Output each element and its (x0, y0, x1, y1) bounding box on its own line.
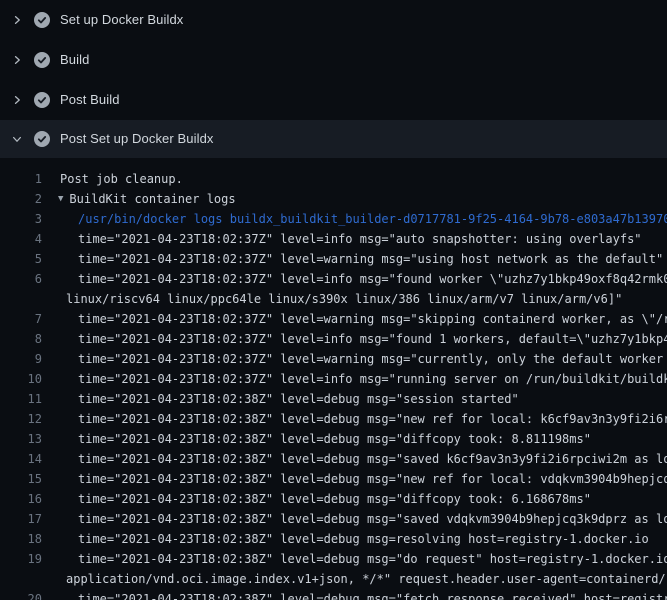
step-title: Set up Docker Buildx (60, 12, 183, 28)
log-line: linux/riscv64 linux/ppc64le linux/s390x … (0, 289, 667, 309)
log-line: 13 time="2021-04-23T18:02:38Z" level=deb… (0, 429, 667, 449)
log-line: 16 time="2021-04-23T18:02:38Z" level=deb… (0, 489, 667, 509)
log-line-number[interactable]: 4 (0, 229, 42, 249)
log-line-number[interactable]: 17 (0, 509, 42, 529)
log-line: 6 time="2021-04-23T18:02:37Z" level=info… (0, 269, 667, 289)
step-row[interactable]: Post Build (0, 80, 667, 120)
chevron-right-icon[interactable] (9, 92, 25, 108)
log-line-number[interactable] (0, 289, 42, 309)
log-line-number[interactable]: 14 (0, 449, 42, 469)
check-circle-icon (34, 52, 50, 68)
log-line-text: time="2021-04-23T18:02:38Z" level=debug … (78, 509, 667, 529)
log-line: 3 /usr/bin/docker logs buildx_buildkit_b… (0, 209, 667, 229)
log-line-text: BuildKit container logs (69, 189, 235, 209)
log-line-text: time="2021-04-23T18:02:37Z" level=info m… (78, 229, 642, 249)
log-line-text: time="2021-04-23T18:02:38Z" level=debug … (78, 489, 591, 509)
log-line-number[interactable]: 16 (0, 489, 42, 509)
log-line-number[interactable]: 13 (0, 429, 42, 449)
log-line-number[interactable]: 19 (0, 549, 42, 569)
log-line: 12 time="2021-04-23T18:02:38Z" level=deb… (0, 409, 667, 429)
log-line-text: time="2021-04-23T18:02:38Z" level=debug … (78, 549, 667, 569)
group-collapse-icon[interactable]: ▼ (58, 189, 63, 209)
log-line-text: time="2021-04-23T18:02:37Z" level=info m… (78, 269, 667, 289)
log-line-text: time="2021-04-23T18:02:37Z" level=warnin… (78, 349, 667, 369)
log-line: 2 ▼ BuildKit container logs (0, 189, 667, 209)
log-line: 14 time="2021-04-23T18:02:38Z" level=deb… (0, 449, 667, 469)
log-line: 17 time="2021-04-23T18:02:38Z" level=deb… (0, 509, 667, 529)
log-line-text: time="2021-04-23T18:02:38Z" level=debug … (78, 469, 667, 489)
log-line-text: time="2021-04-23T18:02:38Z" level=debug … (78, 449, 667, 469)
log-area: 1 Post job cleanup. 2 ▼ BuildKit contain… (0, 158, 667, 600)
check-circle-icon (34, 131, 50, 147)
log-line-number[interactable]: 2 (0, 189, 42, 209)
log-line-number[interactable]: 15 (0, 469, 42, 489)
log-line-number[interactable]: 7 (0, 309, 42, 329)
log-line-number[interactable]: 10 (0, 369, 42, 389)
step-row[interactable]: Build (0, 40, 667, 80)
chevron-right-icon[interactable] (9, 12, 25, 28)
log-line-number[interactable]: 11 (0, 389, 42, 409)
log-line-text: time="2021-04-23T18:02:37Z" level=info m… (78, 329, 667, 349)
log-line: 20 time="2021-04-23T18:02:38Z" level=deb… (0, 589, 667, 600)
log-line: 10 time="2021-04-23T18:02:37Z" level=inf… (0, 369, 667, 389)
log-line-text: time="2021-04-23T18:02:37Z" level=warnin… (78, 249, 663, 269)
log-line-number[interactable]: 6 (0, 269, 42, 289)
step-row[interactable]: Set up Docker Buildx (0, 0, 667, 40)
step-row[interactable]: Post Set up Docker Buildx (0, 120, 667, 158)
chevron-down-icon[interactable] (9, 131, 25, 147)
log-line-number[interactable]: 18 (0, 529, 42, 549)
log-line-text: time="2021-04-23T18:02:38Z" level=debug … (78, 389, 519, 409)
log-line: 19 time="2021-04-23T18:02:38Z" level=deb… (0, 549, 667, 569)
log-line-number[interactable]: 1 (0, 169, 42, 189)
log-line-number[interactable]: 3 (0, 209, 42, 229)
steps-list: Set up Docker Buildx Build (0, 0, 667, 158)
log-line-number[interactable]: 20 (0, 589, 42, 600)
log-line: 15 time="2021-04-23T18:02:38Z" level=deb… (0, 469, 667, 489)
log-line: 8 time="2021-04-23T18:02:37Z" level=info… (0, 329, 667, 349)
log-line: 11 time="2021-04-23T18:02:38Z" level=deb… (0, 389, 667, 409)
log-line-number[interactable]: 5 (0, 249, 42, 269)
step-title: Post Build (60, 92, 120, 108)
log-line-text: time="2021-04-23T18:02:38Z" level=debug … (78, 409, 667, 429)
log-line-text: time="2021-04-23T18:02:38Z" level=debug … (78, 429, 591, 449)
check-circle-icon (34, 92, 50, 108)
log-line-text: /usr/bin/docker logs buildx_buildkit_bui… (78, 209, 667, 229)
log-line-text: time="2021-04-23T18:02:38Z" level=debug … (78, 529, 649, 549)
step-title: Post Set up Docker Buildx (60, 131, 214, 147)
log-line: 1 Post job cleanup. (0, 169, 667, 189)
log-line-text: Post job cleanup. (60, 169, 183, 189)
log-line-text: time="2021-04-23T18:02:38Z" level=debug … (78, 589, 667, 600)
log-line: 7 time="2021-04-23T18:02:37Z" level=warn… (0, 309, 667, 329)
log-line: application/vnd.oci.image.index.v1+json,… (0, 569, 667, 589)
log-line-text: time="2021-04-23T18:02:37Z" level=warnin… (78, 309, 667, 329)
log-line: 4 time="2021-04-23T18:02:37Z" level=info… (0, 229, 667, 249)
log-line-number[interactable]: 8 (0, 329, 42, 349)
log-line-text: application/vnd.oci.image.index.v1+json,… (66, 569, 667, 589)
log-line-number[interactable]: 9 (0, 349, 42, 369)
log-line-text: time="2021-04-23T18:02:37Z" level=info m… (78, 369, 667, 389)
step-title: Build (60, 52, 89, 68)
log-line: 18 time="2021-04-23T18:02:38Z" level=deb… (0, 529, 667, 549)
chevron-right-icon[interactable] (9, 52, 25, 68)
log-line-text: linux/riscv64 linux/ppc64le linux/s390x … (66, 289, 622, 309)
log-line: 5 time="2021-04-23T18:02:37Z" level=warn… (0, 249, 667, 269)
log-line: 9 time="2021-04-23T18:02:37Z" level=warn… (0, 349, 667, 369)
log-line-number[interactable] (0, 569, 42, 589)
log-line-number[interactable]: 12 (0, 409, 42, 429)
check-circle-icon (34, 12, 50, 28)
